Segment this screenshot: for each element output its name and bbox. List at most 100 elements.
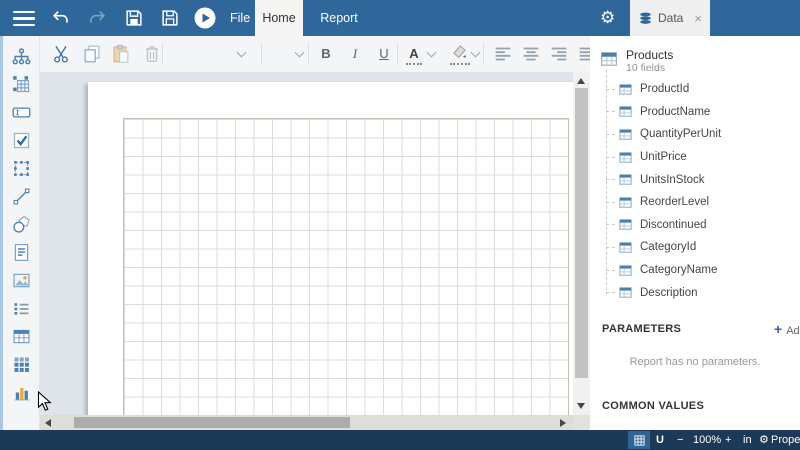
delete-icon	[141, 43, 163, 65]
toolbox-table[interactable]	[8, 322, 36, 350]
tree-connector-line	[606, 111, 615, 112]
dataset-field[interactable]: QuantityPerUnit	[606, 123, 796, 146]
field-icon	[618, 195, 633, 210]
dataset-field[interactable]: UnitsInStock	[606, 168, 796, 191]
paste-button[interactable]	[110, 43, 132, 65]
toolbox-sitemap[interactable]	[8, 42, 36, 70]
align-right-button[interactable]	[548, 43, 570, 65]
italic-button[interactable]: I	[345, 43, 365, 65]
scroll-up-arrow-icon[interactable]	[577, 78, 585, 84]
underline-button[interactable]: U	[374, 43, 394, 65]
zoom-in-button[interactable]: +	[725, 430, 731, 450]
tree-connector-line	[606, 270, 615, 271]
field-label: QuantityPerUnit	[640, 128, 721, 140]
undo-button[interactable]	[50, 7, 72, 29]
align-center-button[interactable]	[520, 43, 542, 65]
bold-button[interactable]: B	[316, 43, 336, 65]
scrollbar-corner	[573, 415, 590, 430]
horizontal-scroll-thumb[interactable]	[74, 417, 350, 428]
rectangle-icon	[11, 158, 32, 179]
dataset-field[interactable]: Description	[606, 281, 796, 304]
add-parameter-label: Add	[786, 325, 800, 337]
dataset-field[interactable]: CategoryName	[606, 259, 796, 282]
data-panel-tab[interactable]: Data ×	[630, 0, 710, 36]
sitemap-icon	[11, 46, 32, 67]
toolbox-shapes[interactable]	[8, 210, 36, 238]
toolbox-line[interactable]	[8, 182, 36, 210]
field-label: ProductId	[640, 83, 689, 95]
font-size-dropdown[interactable]	[268, 43, 292, 65]
dataset-field[interactable]: ProductId	[606, 78, 796, 101]
align-center-icon	[520, 43, 542, 65]
font-color-button[interactable]: A	[406, 43, 422, 65]
cut-button[interactable]	[50, 43, 72, 65]
file-menu[interactable]: File	[230, 0, 250, 36]
save-button[interactable]	[123, 7, 145, 29]
properties-button[interactable]: Properties	[771, 430, 800, 450]
field-icon	[618, 240, 633, 255]
add-parameter-button[interactable]: +Add	[774, 321, 800, 337]
copy-button[interactable]	[81, 43, 103, 65]
dataset-field[interactable]: ReorderLevel	[606, 191, 796, 214]
dataset-field[interactable]: ProductName	[606, 101, 796, 124]
align-right-icon	[548, 43, 570, 65]
dataset-field[interactable]: UnitPrice	[606, 146, 796, 169]
parameters-empty-text: Report has no parameters.	[590, 356, 800, 368]
toolbox-checkbox[interactable]	[8, 126, 36, 154]
scroll-left-arrow-icon[interactable]	[45, 419, 51, 427]
chevron-down-icon[interactable]	[471, 48, 481, 58]
horizontal-scrollbar[interactable]	[40, 415, 573, 430]
field-icon	[618, 172, 633, 187]
field-label: CategoryName	[640, 264, 717, 276]
toolbox-image[interactable]	[8, 266, 36, 294]
paste-icon	[110, 43, 132, 65]
field-icon	[618, 82, 633, 97]
field-label: Discontinued	[640, 219, 706, 231]
field-label: CategoryId	[640, 241, 696, 253]
toolbox-textbox[interactable]	[8, 98, 36, 126]
delete-button[interactable]	[141, 43, 163, 65]
data-tab-label: Data	[658, 11, 683, 25]
scroll-right-arrow-icon[interactable]	[560, 419, 566, 427]
table-icon	[11, 326, 32, 347]
hamburger-menu-icon[interactable]	[13, 11, 35, 26]
grid-toggle-button[interactable]	[628, 431, 650, 449]
scroll-down-arrow-icon[interactable]	[577, 403, 585, 409]
shapes-icon	[11, 214, 32, 235]
toolbox-chart[interactable]	[8, 378, 36, 406]
item-toolbox	[0, 36, 40, 430]
tree-connector-line	[606, 134, 615, 135]
toolbox-rectangle[interactable]	[8, 154, 36, 182]
dataset-field[interactable]: Discontinued	[606, 214, 796, 237]
report-page[interactable]	[88, 82, 573, 415]
grid-icon	[633, 434, 646, 447]
save-as-button[interactable]	[159, 7, 181, 29]
data-explorer-panel: Products 10 fields ProductId ProductName	[590, 36, 800, 430]
toolbox-list[interactable]	[8, 294, 36, 322]
toolbox-pivot[interactable]	[8, 70, 36, 98]
zoom-out-button[interactable]: −	[677, 430, 683, 450]
report-designer-window: File Home Report ⚙ Data × B I U A	[0, 0, 800, 450]
dataset-node[interactable]: Products 10 fields	[600, 48, 790, 80]
tab-home[interactable]: Home	[255, 0, 303, 36]
data-tab-close-icon[interactable]: ×	[694, 12, 702, 25]
tab-report[interactable]: Report	[303, 0, 375, 36]
vertical-scrollbar[interactable]	[573, 72, 590, 415]
redo-button[interactable]	[86, 7, 108, 29]
preview-button[interactable]	[193, 6, 217, 30]
toolbox-subreport[interactable]	[8, 238, 36, 266]
cut-icon	[50, 43, 72, 65]
dataset-field[interactable]: CategoryId	[606, 236, 796, 259]
settings-gear-icon[interactable]: ⚙	[600, 0, 615, 36]
toolbox-item-list	[3, 42, 40, 406]
toolbox-matrix[interactable]	[8, 350, 36, 378]
align-left-button[interactable]	[492, 43, 514, 65]
status-bar: U − 100% + in ⚙ Properties	[0, 430, 800, 450]
vertical-scroll-thumb[interactable]	[575, 88, 588, 378]
chevron-down-icon[interactable]	[427, 48, 437, 58]
toolbar-separator	[397, 43, 398, 65]
highlight-color-button[interactable]	[450, 42, 470, 65]
properties-gear-icon[interactable]: ⚙	[759, 430, 769, 450]
chevron-down-icon[interactable]	[295, 48, 305, 58]
unit-toggle-button[interactable]: U	[656, 430, 664, 450]
